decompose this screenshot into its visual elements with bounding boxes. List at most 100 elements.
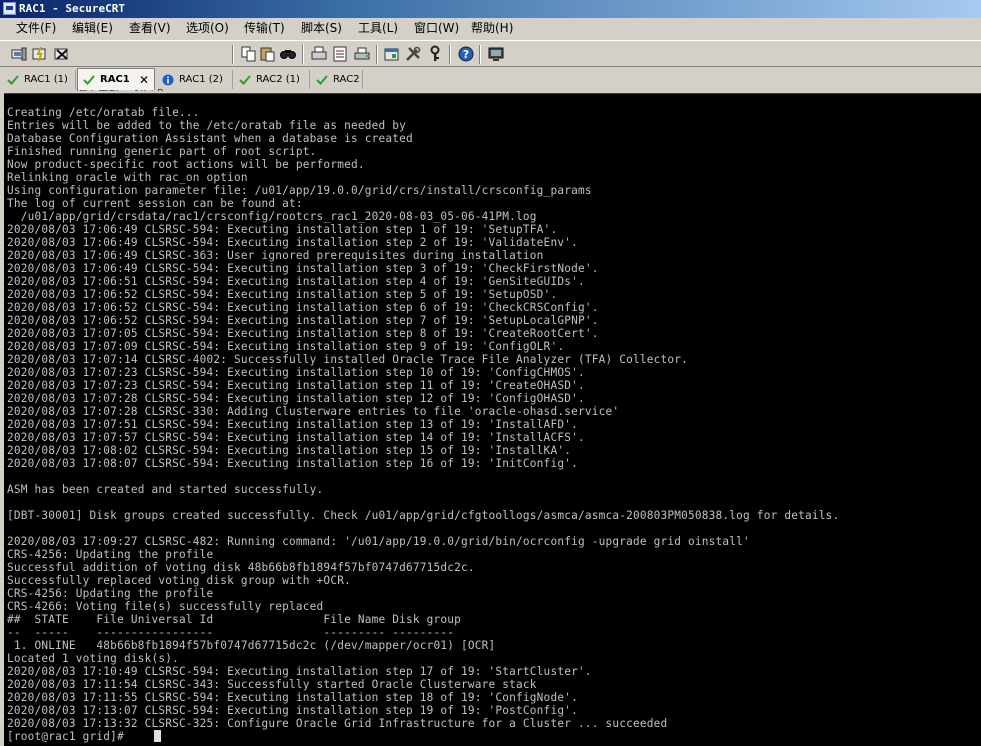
securecrt-app-icon[interactable] <box>3 2 16 15</box>
tab-label: RAC1 (2) <box>179 74 223 85</box>
screen-icon[interactable] <box>487 45 505 63</box>
terminal-output: Creating /etc/oratab file... Entries will… <box>4 94 981 743</box>
terminal-line: Database Configuration Assistant when a … <box>7 132 413 145</box>
tab-label: RAC2 (1) <box>256 74 300 85</box>
title-bar[interactable]: RAC1 - SecureCRT <box>0 0 981 18</box>
menu-item-8[interactable]: 帮助(H) <box>471 18 513 39</box>
terminal-line: Relinking oracle with rac_on option <box>7 171 248 184</box>
tab-rac1-2[interactable]: RAC1 (2) <box>157 70 233 89</box>
menu-item-5[interactable]: 脚本(S) <box>301 18 342 39</box>
toolbar-separator <box>232 45 234 64</box>
menu-item-2[interactable]: 查看(V) <box>129 18 171 39</box>
copy-icon[interactable] <box>240 45 258 63</box>
toolbar: 输入主机 <Alt+R> ? <box>0 40 981 100</box>
terminal-line: 2020/08/03 17:08:02 CLSRSC-594: Executin… <box>7 444 572 457</box>
terminal-line: Located 1 voting disk(s). <box>7 652 179 665</box>
toolbar-separator <box>479 45 481 64</box>
session-tabs: RAC1 (1) RAC1 ✕ RAC1 (2) RAC2 (1) RAC2 <box>0 67 981 91</box>
print-setup-icon[interactable] <box>331 45 349 63</box>
terminal-line: CRS-4256: Updating the profile <box>7 587 214 600</box>
keymap-icon[interactable] <box>426 45 444 63</box>
toolbar-separator <box>449 45 451 64</box>
terminal-line: 2020/08/03 17:07:28 CLSRSC-594: Executin… <box>7 392 585 405</box>
check-icon <box>83 75 95 85</box>
terminal-line: Successful addition of voting disk 48b66… <box>7 561 475 574</box>
terminal-line: 2020/08/03 17:06:52 CLSRSC-594: Executin… <box>7 314 599 327</box>
terminal-line: 2020/08/03 17:07:51 CLSRSC-594: Executin… <box>7 418 578 431</box>
terminal-line: CRS-4256: Updating the profile <box>7 548 214 561</box>
check-icon <box>7 75 19 85</box>
tab-rac1[interactable]: RAC1 ✕ <box>77 68 155 90</box>
paste-icon[interactable] <box>259 45 277 63</box>
terminal-line: Creating /etc/oratab file... <box>7 106 200 119</box>
terminal-line: 2020/08/03 17:07:57 CLSRSC-594: Executin… <box>7 431 585 444</box>
terminal-line: 2020/08/03 17:11:55 CLSRSC-594: Executin… <box>7 691 578 704</box>
terminal-line: 2020/08/03 17:06:49 CLSRSC-594: Executin… <box>7 262 599 275</box>
terminal-line: ASM has been created and started success… <box>7 483 324 496</box>
terminal-line: 2020/08/03 17:13:07 CLSRSC-594: Executin… <box>7 704 578 717</box>
menu-item-3[interactable]: 选项(O) <box>186 18 229 39</box>
terminal-line: 2020/08/03 17:07:09 CLSRSC-594: Executin… <box>7 340 565 353</box>
menu-item-7[interactable]: 窗口(W) <box>414 18 459 39</box>
terminal-line: 2020/08/03 17:07:05 CLSRSC-594: Executin… <box>7 327 599 340</box>
terminal-line: 2020/08/03 17:09:27 CLSRSC-482: Running … <box>7 535 750 548</box>
terminal-line: 1. ONLINE 48b66b8fb1894f57bf0747d67715dc… <box>7 639 496 652</box>
quick-connect-icon[interactable] <box>31 45 49 63</box>
tab-label: RAC1 <box>100 74 130 85</box>
terminal-line: Entries will be added to the /etc/oratab… <box>7 119 406 132</box>
terminal-line: Now product-specific root actions will b… <box>7 158 365 171</box>
close-tab-icon[interactable]: ✕ <box>139 69 149 91</box>
terminal-window[interactable]: Creating /etc/oratab file... Entries will… <box>4 94 981 746</box>
svg-text:?: ? <box>463 48 469 61</box>
terminal-line: CRS-4266: Voting file(s) successfully re… <box>7 600 324 613</box>
toolbar-separator <box>376 45 378 64</box>
menu-item-0[interactable]: 文件(F) <box>16 18 56 39</box>
help-icon[interactable]: ? <box>457 45 475 63</box>
terminal-line: [DBT-30001] Disk groups created successf… <box>7 509 840 522</box>
tab-label: RAC2 <box>333 74 360 85</box>
terminal-line: Using configuration parameter file: /u01… <box>7 184 592 197</box>
terminal-line: 2020/08/03 17:07:14 CLSRSC-4002: Success… <box>7 353 689 366</box>
terminal-line: /u01/app/grid/crsdata/rac1/crsconfig/roo… <box>7 210 537 223</box>
print-screen-icon[interactable] <box>353 45 371 63</box>
terminal-line: 2020/08/03 17:06:52 CLSRSC-594: Executin… <box>7 288 558 301</box>
terminal-line: 2020/08/03 17:07:23 CLSRSC-594: Executin… <box>7 379 585 392</box>
terminal-line: 2020/08/03 17:10:49 CLSRSC-594: Executin… <box>7 665 592 678</box>
terminal-line: 2020/08/03 17:07:28 CLSRSC-330: Adding C… <box>7 405 620 418</box>
disconnect-icon[interactable] <box>53 45 71 63</box>
window-title: RAC1 - SecureCRT <box>19 2 125 15</box>
terminal-line: -- ----- ----------------- --------- ---… <box>7 626 455 639</box>
print-icon[interactable] <box>310 45 328 63</box>
terminal-line: 2020/08/03 17:06:49 CLSRSC-594: Executin… <box>7 223 558 236</box>
global-options-icon[interactable] <box>404 45 422 63</box>
terminal-line: Finished running generic part of root sc… <box>7 145 317 158</box>
terminal-line: The log of current session can be found … <box>7 197 303 210</box>
tab-rac2[interactable]: RAC2 <box>311 70 363 89</box>
menu-bar: 文件(F) 编辑(E) 查看(V) 选项(O) 传输(T) 脚本(S) 工具(L) 窗口(W)… <box>0 18 981 39</box>
terminal-line: Successfully replaced voting disk group … <box>7 574 351 587</box>
tab-rac2-1[interactable]: RAC2 (1) <box>234 70 310 89</box>
session-options-icon[interactable] <box>383 45 401 63</box>
terminal-line: 2020/08/03 17:11:54 CLSRSC-343: Successf… <box>7 678 537 691</box>
terminal-line: 2020/08/03 17:07:23 CLSRSC-594: Executin… <box>7 366 585 379</box>
check-icon <box>239 75 251 85</box>
terminal-line: 2020/08/03 17:06:52 CLSRSC-594: Executin… <box>7 301 599 314</box>
toolbar-separator <box>302 45 304 64</box>
terminal-line: 2020/08/03 17:06:49 CLSRSC-594: Executin… <box>7 236 578 249</box>
menu-item-1[interactable]: 编辑(E) <box>72 18 113 39</box>
connect-icon[interactable] <box>10 45 28 63</box>
check-icon <box>316 75 328 85</box>
menu-item-4[interactable]: 传输(T) <box>244 18 285 39</box>
terminal-line: 2020/08/03 17:13:32 CLSRSC-325: Configur… <box>7 717 668 730</box>
tab-label: RAC1 (1) <box>24 74 68 85</box>
menu-item-6[interactable]: 工具(L) <box>358 18 398 39</box>
terminal-line: 2020/08/03 17:08:07 CLSRSC-594: Executin… <box>7 457 578 470</box>
terminal-line: 2020/08/03 17:06:51 CLSRSC-594: Executin… <box>7 275 585 288</box>
find-icon[interactable] <box>279 45 297 63</box>
terminal-cursor <box>154 730 161 742</box>
tab-rac1-1[interactable]: RAC1 (1) <box>2 70 76 89</box>
info-icon <box>162 74 174 86</box>
